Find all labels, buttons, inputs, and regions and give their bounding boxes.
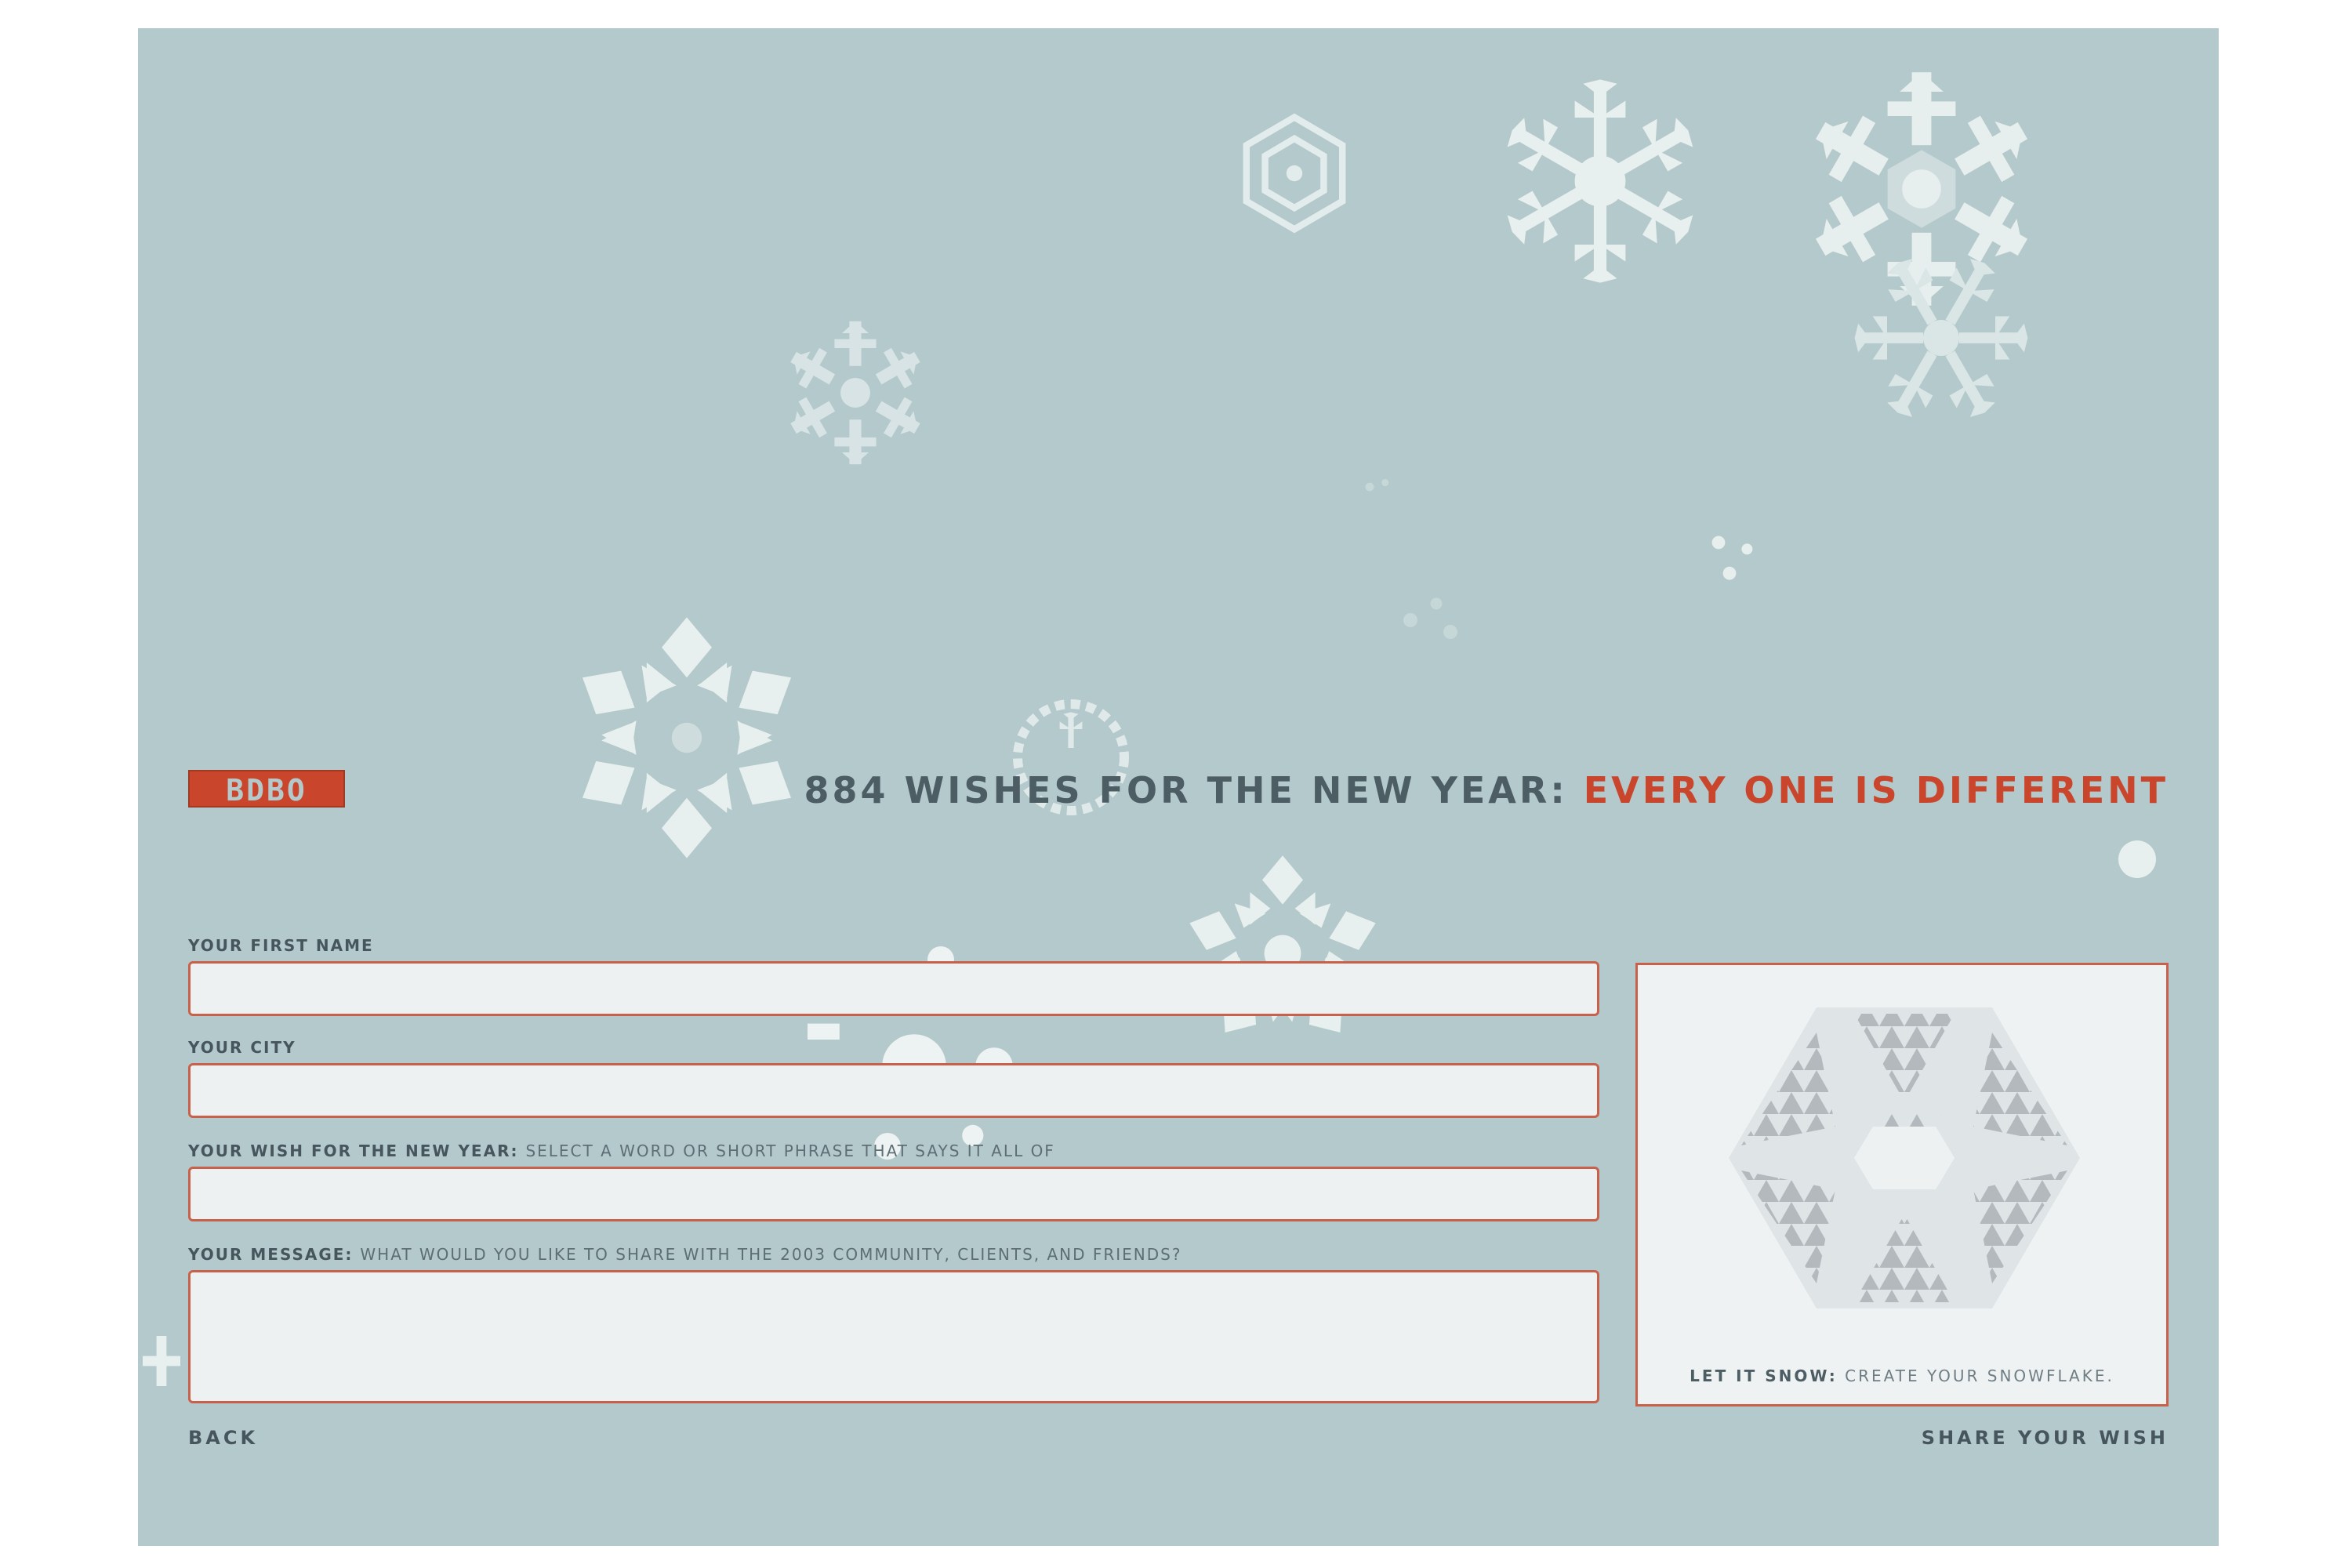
snowflake-icon bbox=[1361, 561, 1502, 679]
back-button[interactable]: BACK bbox=[188, 1427, 258, 1449]
preview-caption: LET IT SNOW: CREATE YOUR SNOWFLAKE. bbox=[1638, 1367, 2166, 1385]
snowflake-icon bbox=[1494, 75, 1706, 287]
city-field[interactable] bbox=[188, 1063, 1599, 1118]
message-label-text: YOUR MESSAGE: bbox=[188, 1245, 354, 1264]
wish-card-panel: BDBO 884 WISHES FOR THE NEW YEAR: EVERY … bbox=[138, 28, 2219, 1546]
message-label: YOUR MESSAGE: WHAT WOULD YOU LIKE TO SHA… bbox=[188, 1245, 1181, 1264]
snowflake-icon bbox=[750, 906, 1079, 1173]
headline-lead: 884 WISHES FOR THE NEW YEAR: bbox=[804, 769, 1568, 811]
first-name-label-text: YOUR FIRST NAME bbox=[188, 936, 374, 955]
snowflake-icon bbox=[1330, 452, 1424, 522]
preview-caption-bold: LET IT SNOW: bbox=[1690, 1367, 1838, 1385]
first-name-field[interactable] bbox=[188, 961, 1599, 1016]
wish-label-text: YOUR WISH FOR THE NEW YEAR: bbox=[188, 1142, 519, 1160]
preview-caption-rest: CREATE YOUR SNOWFLAKE. bbox=[1845, 1367, 2114, 1385]
share-wish-button[interactable]: SHARE YOUR WISH bbox=[1922, 1427, 2169, 1449]
headline-accent: EVERY ONE IS DIFFERENT bbox=[1583, 769, 2169, 811]
snowflake-icon bbox=[993, 679, 1149, 836]
snowflake-icon bbox=[2106, 828, 2169, 891]
snowflake-icon bbox=[1181, 851, 1385, 1055]
snowflake-preview-panel[interactable]: LET IT SNOW: CREATE YOUR SNOWFLAKE. bbox=[1635, 963, 2169, 1406]
snowflake-preview-icon bbox=[1729, 1007, 2080, 1308]
city-label-text: YOUR CITY bbox=[188, 1038, 296, 1057]
snowflake-icon bbox=[781, 318, 930, 467]
snowflake-icon bbox=[1675, 499, 1784, 608]
message-hint: WHAT WOULD YOU LIKE TO SHARE WITH THE 20… bbox=[360, 1245, 1182, 1264]
first-name-label: YOUR FIRST NAME bbox=[188, 936, 374, 955]
city-label: YOUR CITY bbox=[188, 1038, 296, 1057]
wish-hint: SELECT A WORD OR SHORT PHRASE THAT SAYS … bbox=[525, 1142, 1055, 1160]
brand-logo[interactable]: BDBO bbox=[188, 770, 345, 808]
message-field[interactable] bbox=[188, 1270, 1599, 1403]
wish-label: YOUR WISH FOR THE NEW YEAR: SELECT A WOR… bbox=[188, 1142, 1055, 1160]
wish-field[interactable] bbox=[188, 1167, 1599, 1221]
snowflake-icon bbox=[138, 1314, 193, 1408]
snowflake-icon bbox=[1228, 107, 1361, 240]
snowflake-icon bbox=[1839, 248, 2043, 428]
page-headline: 884 WISHES FOR THE NEW YEAR: EVERY ONE I… bbox=[804, 768, 2169, 812]
snowflake-icon bbox=[561, 608, 812, 867]
